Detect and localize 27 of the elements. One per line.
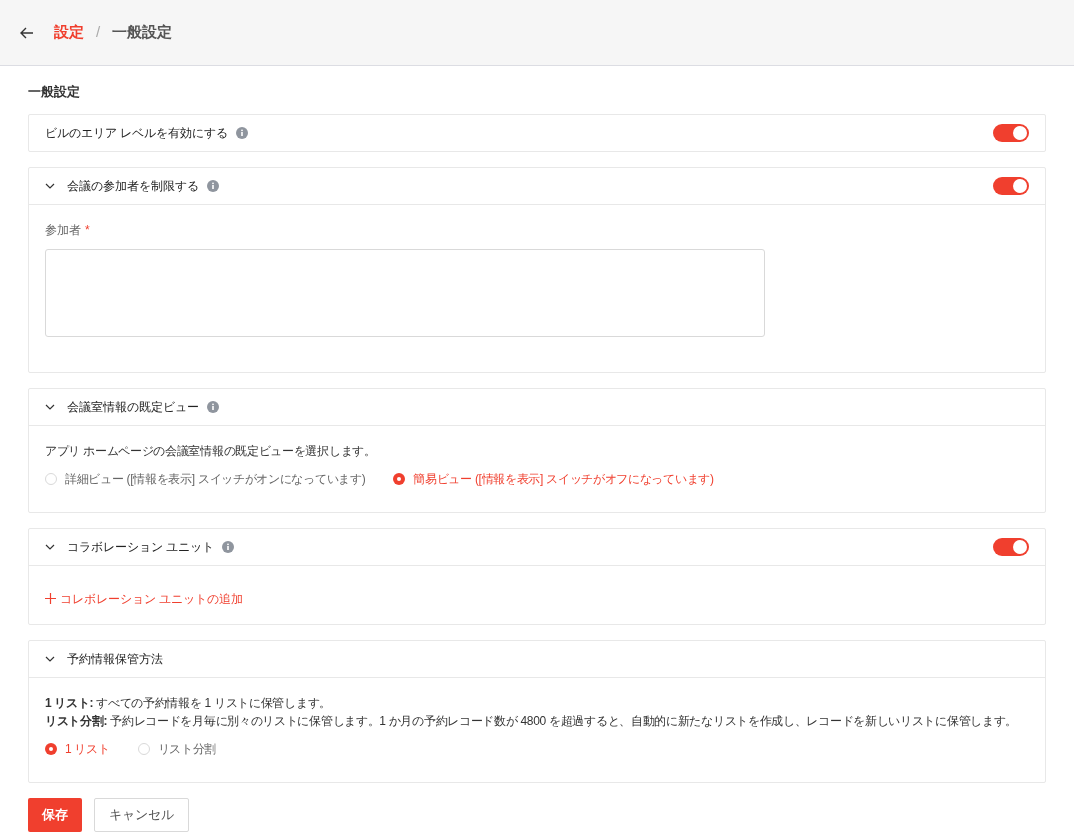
radio-option[interactable]: 簡易ビュー ([情報を表示] スイッチがオフになっています) (393, 469, 714, 488)
breadcrumb-separator: / (96, 22, 101, 43)
participants-field[interactable] (45, 248, 765, 337)
page-title: 一般設定 (28, 83, 81, 101)
section-title: 会議室情報の既定ビュー (67, 398, 199, 416)
required-mark: * (85, 221, 90, 239)
section-title: 予約情報保管方法 (67, 650, 163, 668)
section-title: 会議の参加者を制限する (67, 177, 199, 195)
description-text: アプリ ホームページの会議室情報の既定ビューを選択します。 (45, 442, 377, 460)
description-text: 1 リスト: すべての予約情報を 1 リストに保管します。 (45, 694, 332, 712)
radio-option[interactable]: 1 リスト (45, 739, 110, 758)
description-text: リスト分割: 予約レコードを月毎に別々のリストに保管します。1 か月の予約レコード数が 4800 を超過すると、自動的に新たなリストを作成し、レコードを新しいリストに保管します。 (45, 712, 1018, 730)
back-arrow-icon[interactable] (20, 26, 34, 39)
section-title: コラボレーション ユニット (67, 538, 215, 556)
breadcrumb-current: 一般設定 (112, 22, 173, 43)
toggle-switch[interactable] (993, 123, 1029, 142)
radio-option[interactable]: 詳細ビュー ([情報を表示] スイッチがオンになっています) (45, 469, 366, 488)
section-title: ビルのエリア レベルを有効にする (45, 124, 229, 142)
save-button[interactable]: 保存 (28, 797, 82, 832)
radio-option[interactable]: リスト分割 (137, 739, 217, 758)
breadcrumb-link[interactable]: 設定 (54, 21, 84, 44)
toggle-switch[interactable] (993, 176, 1029, 195)
field-label: 参加者 (45, 221, 81, 239)
toggle-switch[interactable] (993, 537, 1029, 556)
plus-icon (45, 593, 56, 604)
cancel-button[interactable]: キャンセル (94, 797, 189, 832)
add-unit-link[interactable]: コレボレーション ユニットの追加 (45, 589, 1029, 608)
